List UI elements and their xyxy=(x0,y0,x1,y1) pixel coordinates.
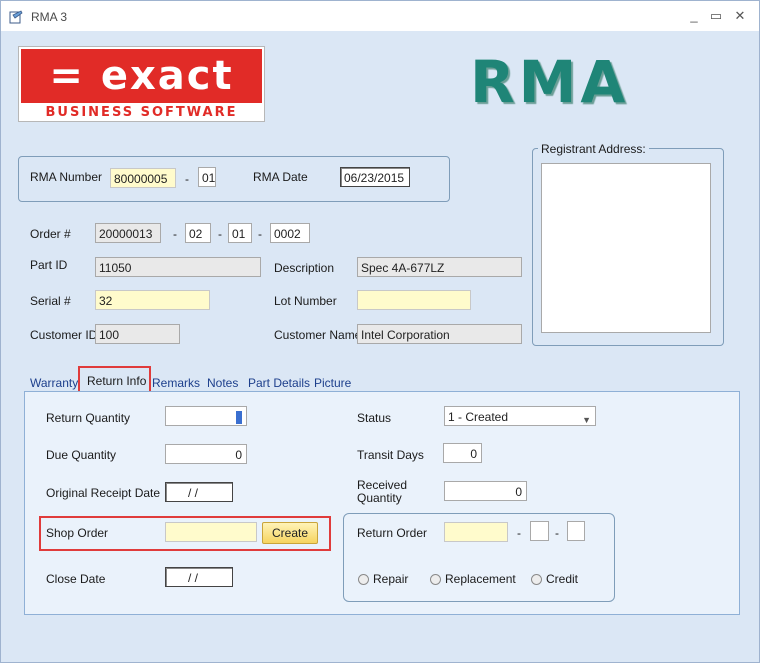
order-part3-field[interactable]: 0002 xyxy=(270,223,310,243)
description-label: Description xyxy=(274,261,335,275)
tab-notes[interactable]: Notes xyxy=(207,376,238,390)
order-dash-2: - xyxy=(218,227,222,241)
rma-date-field[interactable]: 06/23/2015 xyxy=(340,167,410,187)
credit-radio[interactable]: Credit xyxy=(531,572,578,586)
radio-icon xyxy=(531,573,542,585)
rma-dash: - xyxy=(185,172,189,186)
customer-name-label: Customer Name xyxy=(274,328,362,342)
return-order-dash-2: - xyxy=(555,526,559,540)
logo-brand: = exact xyxy=(21,49,262,103)
lot-number-field[interactable] xyxy=(357,290,471,310)
lot-number-label: Lot Number xyxy=(274,294,337,308)
rma-date-label: RMA Date xyxy=(253,170,308,184)
title-bar: RMA 3 _ ▭ ✕ xyxy=(1,1,759,31)
close-icon[interactable]: ✕ xyxy=(731,7,749,25)
return-order-part2-field[interactable] xyxy=(530,521,549,541)
part-id-field[interactable]: 11050 xyxy=(95,257,261,277)
rma-number-label: RMA Number xyxy=(30,170,103,184)
order-part2-field[interactable]: 01 xyxy=(228,223,252,243)
return-order-label: Return Order xyxy=(357,526,428,540)
tab-warranty[interactable]: Warranty xyxy=(30,376,78,390)
order-dash-3: - xyxy=(258,227,262,241)
close-date-field[interactable]: / / xyxy=(165,567,233,587)
create-button[interactable]: Create xyxy=(262,522,318,544)
app-icon xyxy=(9,10,23,24)
tab-part-details[interactable]: Part Details xyxy=(248,376,310,390)
status-value: 1 - Created xyxy=(448,410,509,424)
rma-suffix-field[interactable]: 01 xyxy=(198,167,216,187)
order-part1-field[interactable]: 02 xyxy=(185,223,211,243)
return-order-field[interactable] xyxy=(444,522,508,542)
tab-remarks[interactable]: Remarks xyxy=(152,376,200,390)
tab-picture[interactable]: Picture xyxy=(314,376,351,390)
radio-icon xyxy=(430,573,441,585)
text-cursor xyxy=(236,411,242,425)
repair-radio[interactable]: Repair xyxy=(358,572,408,586)
return-order-dash-1: - xyxy=(517,526,521,540)
order-number-field[interactable]: 20000013 xyxy=(95,223,161,243)
description-field[interactable]: Spec 4A-677LZ xyxy=(357,257,522,277)
chevron-down-icon[interactable]: ▼ xyxy=(582,410,591,425)
serial-field[interactable]: 32 xyxy=(95,290,210,310)
logo-tagline: BUSINESS SOFTWARE xyxy=(45,105,238,120)
return-order-part3-field[interactable] xyxy=(567,521,585,541)
close-date-label: Close Date xyxy=(46,572,106,586)
serial-label: Serial # xyxy=(30,294,71,308)
order-label: Order # xyxy=(30,227,71,241)
rma-number-field[interactable]: 80000005 xyxy=(110,168,176,188)
minimize-icon[interactable]: _ xyxy=(685,7,703,25)
part-id-label: Part ID xyxy=(30,258,68,272)
original-receipt-date-field[interactable]: / / xyxy=(165,482,233,502)
status-select[interactable]: 1 - Created ▼ xyxy=(444,406,596,426)
customer-name-field[interactable]: Intel Corporation xyxy=(357,324,522,344)
transit-days-label: Transit Days xyxy=(357,448,424,462)
registrant-label: Registrant Address: xyxy=(538,142,649,156)
maximize-icon[interactable]: ▭ xyxy=(707,7,725,25)
radio-icon xyxy=(358,573,369,585)
rma-heading: RMA xyxy=(470,48,630,116)
received-quantity-label-1: Received xyxy=(357,478,408,492)
shop-order-label: Shop Order xyxy=(46,526,109,540)
window-title: RMA 3 xyxy=(31,10,68,24)
due-quantity-label: Due Quantity xyxy=(46,448,117,462)
received-quantity-label-2: Quantity xyxy=(357,491,402,505)
received-quantity-field[interactable]: 0 xyxy=(444,481,527,501)
original-receipt-date-label: Original Receipt Date xyxy=(46,486,161,500)
customer-id-field[interactable]: 100 xyxy=(95,324,180,344)
return-quantity-label: Return Quantity xyxy=(46,411,131,425)
registrant-address-field[interactable] xyxy=(541,163,711,333)
customer-id-label: Customer ID xyxy=(30,328,98,342)
transit-days-field[interactable]: 0 xyxy=(443,443,482,463)
order-dash-1: - xyxy=(173,227,177,241)
return-quantity-field[interactable]: 0 xyxy=(165,406,247,426)
replacement-radio[interactable]: Replacement xyxy=(430,572,516,586)
shop-order-field[interactable] xyxy=(165,522,257,542)
status-label: Status xyxy=(357,411,392,425)
exact-logo: = exact BUSINESS SOFTWARE xyxy=(18,46,265,122)
due-quantity-field[interactable]: 0 xyxy=(165,444,247,464)
